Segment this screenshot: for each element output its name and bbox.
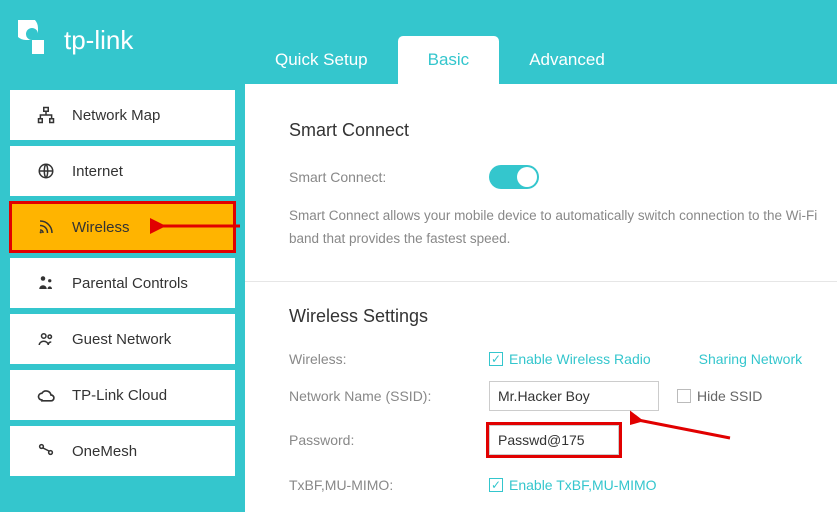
tab-basic-label: Basic	[428, 50, 470, 69]
password-input[interactable]	[489, 425, 619, 455]
sidebar-item-tplink-cloud[interactable]: TP-Link Cloud	[10, 370, 235, 420]
txbf-label: TxBF,MU-MIMO:	[289, 477, 489, 493]
ssid-label: Network Name (SSID):	[289, 388, 489, 404]
enable-txbf-label: Enable TxBF,MU-MIMO	[509, 477, 657, 493]
sitemap-icon	[32, 106, 60, 124]
section-divider	[245, 281, 837, 282]
tab-quick-setup[interactable]: Quick Setup	[245, 36, 398, 84]
brand-text: tp-link	[64, 25, 133, 56]
sidebar-item-wireless[interactable]: Wireless	[10, 202, 235, 252]
sidebar-item-guest-network[interactable]: Guest Network	[10, 314, 235, 364]
sidebar-item-label: OneMesh	[72, 443, 137, 460]
sidebar-item-label: Parental Controls	[72, 275, 188, 292]
check-icon: ✓	[489, 352, 503, 366]
wireless-label: Wireless:	[289, 351, 489, 367]
sidebar-item-onemesh[interactable]: OneMesh	[10, 426, 235, 476]
sidebar-item-label: Internet	[72, 163, 123, 180]
checkbox-empty-icon	[677, 389, 691, 403]
sharing-network-link[interactable]: Sharing Network	[699, 351, 803, 367]
globe-icon	[32, 162, 60, 180]
enable-txbf-checkbox[interactable]: ✓ Enable TxBF,MU-MIMO	[489, 477, 657, 493]
sidebar-item-parental-controls[interactable]: Parental Controls	[10, 258, 235, 308]
check-icon: ✓	[489, 478, 503, 492]
brand-logo: tp-link	[0, 20, 245, 84]
top-bar: tp-link Quick Setup Basic Advanced	[0, 0, 837, 84]
tab-advanced[interactable]: Advanced	[499, 36, 635, 84]
sidebar-item-internet[interactable]: Internet	[10, 146, 235, 196]
hide-ssid-checkbox[interactable]: Hide SSID	[677, 388, 762, 404]
smart-connect-description: Smart Connect allows your mobile device …	[289, 205, 837, 251]
smart-connect-label: Smart Connect:	[289, 169, 489, 185]
enable-wireless-radio-label: Enable Wireless Radio	[509, 351, 651, 367]
smart-connect-title: Smart Connect	[289, 120, 837, 141]
hide-ssid-label: Hide SSID	[697, 388, 762, 404]
password-label: Password:	[289, 432, 489, 448]
sidebar-item-label: TP-Link Cloud	[72, 387, 167, 404]
top-tabs: Quick Setup Basic Advanced	[245, 0, 635, 84]
mesh-icon	[32, 442, 60, 460]
parental-icon	[32, 274, 60, 292]
enable-wireless-radio-checkbox[interactable]: ✓ Enable Wireless Radio	[489, 351, 651, 367]
tab-quick-setup-label: Quick Setup	[275, 50, 368, 69]
guest-icon	[32, 330, 60, 348]
tab-advanced-label: Advanced	[529, 50, 605, 69]
tplink-logo-icon	[18, 20, 58, 60]
smart-connect-toggle[interactable]	[489, 165, 539, 189]
sidebar-item-label: Network Map	[72, 107, 160, 124]
wireless-settings-title: Wireless Settings	[289, 306, 837, 327]
sidebar-item-label: Guest Network	[72, 331, 171, 348]
sidebar: Network Map Internet Wireless Parental C…	[0, 84, 245, 512]
sidebar-item-label: Wireless	[72, 219, 130, 236]
wifi-icon	[32, 218, 60, 236]
cloud-icon	[32, 386, 60, 404]
main-content: Smart Connect Smart Connect: Smart Conne…	[245, 84, 837, 512]
tab-basic[interactable]: Basic	[398, 36, 500, 84]
sidebar-item-network-map[interactable]: Network Map	[10, 90, 235, 140]
ssid-input[interactable]	[489, 381, 659, 411]
